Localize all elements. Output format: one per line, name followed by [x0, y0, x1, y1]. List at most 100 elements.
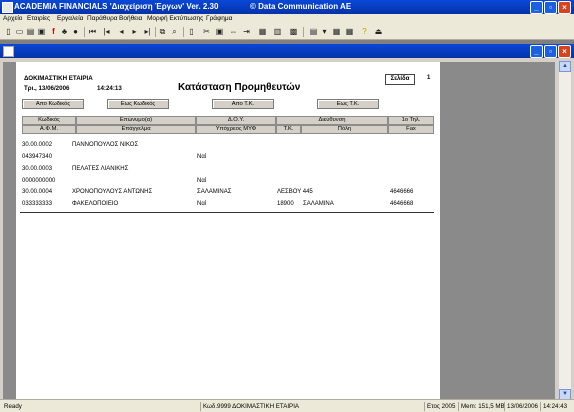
menu-print-format[interactable]: Μορφή Εκτύπωσης	[147, 15, 203, 22]
record-myf: Ναί	[197, 201, 207, 207]
record-name: ΠΑΝΝΟΠΟΥΛΟΣ ΝΙΚΟΣ	[72, 142, 139, 148]
header-phone: 1ο Τηλ.	[388, 116, 434, 125]
calculator-icon[interactable]: ▦	[345, 27, 354, 36]
document-icon[interactable]: ▯	[187, 27, 196, 36]
record-code: 30.00.0004	[22, 189, 53, 195]
status-company: Κωδ.9999 ΔΟΚΙΜΑΣΤΙΚΗ ΕΤΑΙΡΙΑ	[200, 402, 299, 411]
filter-from-postcode-button[interactable]: Απο Τ.Κ.	[212, 99, 274, 109]
record-name: ΧΡΟΝΟΠΟΥΛΟΥΣ ΑΝΤΩΝΗΣ	[72, 189, 153, 195]
header-profession: Επάγγελμα	[76, 125, 196, 134]
app-titlebar: ACADEMIA FINANCIALS 'Διαχείριση Έργων' V…	[0, 0, 574, 14]
report-viewport: ΔΟΚΙΜΑΣΤΙΚΗ ΕΤΑΙΡΙΑ Τρι., 13/06/2006 14:…	[3, 62, 555, 400]
report-end-rule	[20, 212, 434, 213]
record-afm: 033333333	[22, 201, 53, 207]
open-icon[interactable]: ▭	[15, 27, 24, 36]
header-tax-office: Δ.Ο.Υ.	[196, 116, 276, 125]
scroll-up-icon[interactable]: ▲	[559, 61, 571, 72]
menu-companies[interactable]: Εταιρίες	[27, 15, 50, 22]
record-afm: 043947340	[22, 154, 53, 160]
record-myf: Ναί	[197, 154, 207, 160]
report-window-titlebar: _ ▫ ×	[0, 44, 574, 58]
exit-icon[interactable]: ⏏	[374, 27, 383, 36]
new-icon[interactable]: ▯	[4, 27, 13, 36]
copy-icon[interactable]: ⧉	[158, 27, 167, 36]
next-icon[interactable]: ▸	[130, 27, 139, 36]
header-code: Κωδικός	[22, 116, 76, 125]
header-fax: Fax	[388, 125, 434, 134]
minimize-icon[interactable]: _	[530, 1, 543, 14]
child-restore-icon[interactable]: ▫	[544, 45, 557, 58]
menu-tools[interactable]: Εργαλεία	[57, 15, 83, 22]
header-city: Πόλη	[301, 125, 388, 134]
record-name: ΠΕΛΑΤΕΣ ΛΙΑΝΙΚΗΣ	[72, 166, 129, 172]
report-title: Κατάσταση Προμηθευτών	[178, 82, 301, 93]
settings-icon[interactable]: ▦	[332, 27, 341, 36]
header-afm: Α.Φ.Μ.	[22, 125, 76, 134]
menu-help[interactable]: Βοήθεια	[119, 15, 142, 22]
page-number: 1	[427, 75, 431, 81]
menu-chart[interactable]: Γράφημα	[206, 15, 232, 22]
insert-row-icon[interactable]: ⇔	[229, 27, 238, 36]
app-copyright: © Data Communication AE	[250, 2, 352, 11]
menu-bar: Αρχείο Εταιρίες Εργαλεία Παράθυρα Βοήθει…	[0, 14, 574, 25]
toolbar: ▯ ▭ ▤ ▣ f ♣ ● ⏮ |◂ ◂ ▸ ▸| ⧉ ⌕ ▯ ✂ ▣ ⇔ ⇥ …	[0, 25, 574, 40]
menu-windows[interactable]: Παράθυρα	[87, 15, 118, 22]
record-profession: ΦΑΚΕΛΟΠΟΙΕΙΟ	[72, 201, 119, 207]
report-window-icon	[3, 46, 14, 57]
record-phone: 4646666	[390, 189, 414, 195]
dropdown-icon[interactable]: ▾	[320, 27, 329, 36]
report-date: Τρι., 13/06/2006	[24, 85, 70, 92]
paste-icon[interactable]: ▣	[215, 27, 224, 36]
first-icon[interactable]: |◂	[102, 27, 111, 36]
status-ready: Ready	[4, 403, 22, 410]
record-city: ΣΑΛΑΜΙΝΑ	[303, 201, 334, 207]
report-page: ΔΟΚΙΜΑΣΤΙΚΗ ΕΤΑΙΡΙΑ Τρι., 13/06/2006 14:…	[16, 62, 440, 400]
header-address: Διεύθυνση	[276, 116, 388, 125]
header-postcode: Τ.Κ.	[276, 125, 301, 134]
filter-to-postcode-button[interactable]: Εως Τ.Κ.	[317, 99, 379, 109]
app-icon	[2, 2, 13, 13]
stop-icon[interactable]: ●	[71, 27, 80, 36]
record-myf: Ναί	[197, 178, 207, 184]
status-bar: Ready Κωδ.9999 ΔΟΚΙΜΑΣΤΙΚΗ ΕΤΑΙΡΙΑ Ετος …	[0, 399, 574, 412]
record-fax: 4646668	[390, 201, 414, 207]
app-title: ACADEMIA FINANCIALS 'Διαχείριση Έργων' V…	[14, 2, 219, 11]
preview-icon[interactable]: ▣	[37, 27, 46, 36]
print-icon[interactable]: ▤	[26, 27, 35, 36]
record-address: ΛΕΣΒΟΥ 445	[277, 189, 313, 195]
report-icon[interactable]: ♣	[60, 27, 69, 36]
report-window: _ ▫ × ΔΟΚΙΜΑΣΤΙΚΗ ΕΤΑΙΡΙΑ Τρι., 13/06/20…	[0, 44, 574, 400]
header-surname: Επώνυμο(α)	[76, 116, 196, 125]
child-minimize-icon[interactable]: _	[530, 45, 543, 58]
restore-icon[interactable]: ▫	[544, 1, 557, 14]
vertical-scrollbar[interactable]: ▲ ▼	[559, 61, 571, 400]
filter-from-code-button[interactable]: Απο Κωδικός	[22, 99, 84, 109]
find-icon[interactable]: ⌕	[170, 27, 179, 36]
status-year: Ετος 2005	[424, 402, 455, 411]
record-code: 30.00.0003	[22, 166, 53, 172]
function-icon[interactable]: f	[49, 27, 58, 36]
last-icon[interactable]: ▸|	[143, 27, 152, 36]
cut-icon[interactable]: ✂	[202, 27, 211, 36]
help-icon[interactable]: ?	[360, 27, 369, 36]
record-code: 30.00.0002	[22, 142, 53, 148]
gallery-icon[interactable]: ▩	[289, 27, 298, 36]
record-postcode: 18900	[277, 201, 294, 207]
record-afm: 0000000000	[22, 178, 56, 184]
first-record-icon[interactable]: ⏮	[88, 27, 97, 36]
menu-file[interactable]: Αρχείο	[3, 15, 22, 22]
filter-to-code-button[interactable]: Εως Κωδικός	[107, 99, 169, 109]
report-time: 14:24:13	[97, 85, 122, 92]
previous-icon[interactable]: ◂	[117, 27, 126, 36]
record-tax-office: ΣΑΛΑΜΙΝΑΣ	[197, 189, 232, 195]
child-close-icon[interactable]: ×	[558, 45, 571, 58]
delete-row-icon[interactable]: ⇥	[242, 27, 251, 36]
columns-icon[interactable]: ▤	[309, 27, 318, 36]
page-label: Σελίδα	[385, 74, 415, 85]
status-time: 14:24:43	[540, 402, 567, 411]
chart-icon[interactable]: ▥	[273, 27, 282, 36]
calendar-icon[interactable]: ▦	[258, 27, 267, 36]
header-myf: Υπόχρεος ΜΥΦ	[196, 125, 276, 134]
close-icon[interactable]: ×	[558, 1, 571, 14]
status-date: 13/06/2006	[504, 402, 538, 411]
